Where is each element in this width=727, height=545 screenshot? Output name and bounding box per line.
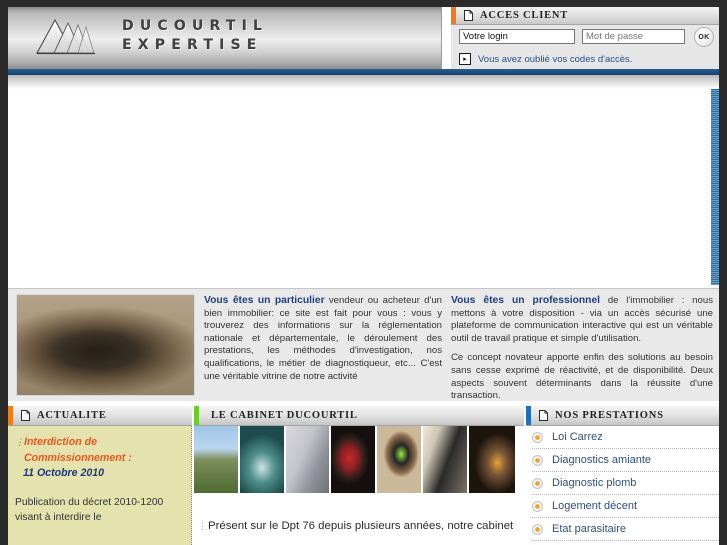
prestation-item-etat-parasitaire[interactable]: Etat parasitaire	[532, 518, 719, 541]
header-gradient-fade	[8, 75, 719, 89]
browser-chrome-top	[0, 0, 727, 7]
browser-chrome-right	[719, 0, 727, 545]
logo-line-1: DUCOURTIL	[122, 18, 269, 34]
browser-chrome-left	[0, 0, 8, 545]
banner-scrollbar[interactable]	[711, 89, 719, 285]
device-in-hand-photo	[377, 426, 423, 493]
intro-particulier-paragraph: Vous êtes un particulier vendeur ou ache…	[204, 295, 442, 383]
prestation-label: Etat parasitaire	[552, 523, 626, 535]
attic-inspection-photo	[469, 426, 515, 493]
page-canvas: DUCOURTIL EXPERTISE ACCES CLIENT Votre l…	[8, 7, 719, 545]
logo-wordmark: DUCOURTIL EXPERTISE	[122, 17, 268, 55]
news-headline-text: Interdiction de Commissionnement :	[24, 435, 132, 466]
intro-pro-paragraph-1: Vous êtes un professionnel de l'immobili…	[451, 295, 713, 345]
login-row: OK	[451, 27, 719, 49]
intro-section: Vous êtes un particulier vendeur ou ache…	[8, 288, 719, 401]
intro-particulier-body: vendeur ou acheteur d'un bien immobilier…	[204, 295, 442, 382]
actualite-header: ACTUALITE	[8, 406, 192, 426]
bullet-icon	[532, 477, 543, 489]
news-date: 11 Octobre 2010	[23, 467, 105, 479]
cabinet-photo-strip	[194, 426, 524, 493]
prestations-list: Loi Carrez Diagnostics amiante Diagnosti…	[526, 426, 719, 545]
header-logo-area: DUCOURTIL EXPERTISE	[8, 7, 442, 69]
column-prestations: NOS PRESTATIONS Loi Carrez Diagnostics a…	[526, 406, 719, 545]
cabinet-title: LE CABINET DUCOURTIL	[211, 410, 358, 421]
acces-client-panel: ACCES CLIENT OK ▸ Vous avez oublié vos c…	[451, 7, 719, 69]
news-headline-line-2: Commissionnement :	[24, 451, 132, 464]
news-bullet-icon: ⋮	[15, 437, 24, 447]
accent-bar-orange	[451, 7, 456, 24]
news-headline-line-1: Interdiction de	[24, 436, 97, 448]
timber-frame-house-photo	[423, 426, 469, 493]
cabinet-body: ⋮ Présent sur le Dpt 76 depuis plusieurs…	[194, 426, 524, 545]
prestation-item-diagnostic-plomb[interactable]: Diagnostic plomb	[532, 472, 719, 495]
intro-particulier-lead: Vous êtes un particulier	[204, 295, 325, 306]
acces-client-header: ACCES CLIENT	[451, 7, 719, 25]
acces-client-title: ACCES CLIENT	[480, 10, 569, 21]
bullet-icon	[532, 500, 543, 512]
hand-on-mouse-photo	[16, 294, 195, 396]
ok-button[interactable]: OK	[694, 27, 714, 47]
forgot-password-link[interactable]: Vous avez oublié vos codes d'accès.	[478, 54, 632, 65]
bullet-icon	[532, 431, 543, 443]
prestation-label: Diagnostic plomb	[552, 477, 637, 489]
prestation-label: Logement décent	[552, 500, 638, 512]
cabinet-intro-text-value: Présent sur le Dpt 76 depuis plusieurs a…	[208, 520, 514, 532]
facade-photo	[286, 426, 331, 493]
column-actualite: ACTUALITE ⋮ Interdiction de Commissionne…	[8, 406, 192, 545]
browser-viewport: DUCOURTIL EXPERTISE ACCES CLIENT Votre l…	[0, 0, 727, 545]
column-cabinet: LE CABINET DUCOURTIL ⋮ Présent sur le Dp…	[194, 406, 524, 545]
intro-pro-paragraph-2: Ce concept novateur apporte enfin des so…	[451, 352, 713, 402]
logo-line-2: EXPERTISE	[122, 37, 263, 53]
prestations-title: NOS PRESTATIONS	[555, 410, 664, 421]
accent-bar-green	[194, 406, 199, 425]
mountain-peaks-logo-icon	[36, 18, 95, 55]
main-banner-area	[8, 89, 719, 285]
actualite-body: ⋮ Interdiction de Commissionnement : 11 …	[8, 426, 192, 545]
cabinet-intro-text: ⋮ Présent sur le Dpt 76 depuis plusieurs…	[198, 519, 520, 534]
prestation-item-logement-decent[interactable]: Logement décent	[532, 495, 719, 518]
accent-bar-blue	[526, 406, 531, 425]
site-header: DUCOURTIL EXPERTISE ACCES CLIENT Votre l…	[8, 7, 719, 69]
arrow-right-icon: ▸	[459, 53, 471, 65]
prestation-label: Diagnostics amiante	[552, 454, 652, 466]
prestations-header: NOS PRESTATIONS	[526, 406, 719, 426]
news-body-text: Publication du décret 2010-1200 visant à…	[15, 496, 164, 523]
login-input[interactable]	[459, 29, 575, 44]
bullet-icon	[532, 523, 543, 535]
prestation-label: Loi Carrez	[552, 431, 603, 443]
bottom-columns: ACTUALITE ⋮ Interdiction de Commissionne…	[8, 406, 719, 545]
bullet-icon	[532, 454, 543, 466]
document-icon	[21, 410, 30, 421]
chateau-photo	[194, 426, 240, 493]
document-icon	[539, 410, 548, 421]
accent-bar-orange	[8, 406, 13, 425]
prestation-item-loi-carrez[interactable]: Loi Carrez	[532, 426, 719, 449]
news-headline[interactable]: ⋮ Interdiction de Commissionnement :	[15, 435, 181, 466]
intro-professionnel: Vous êtes un professionnel de l'immobili…	[451, 295, 713, 410]
intro-pro-lead: Vous êtes un professionnel	[451, 295, 601, 306]
inspector-photo	[240, 426, 286, 493]
actualite-title: ACTUALITE	[37, 410, 107, 421]
prestation-item-diagnostics-amiante[interactable]: Diagnostics amiante	[532, 449, 719, 472]
password-input[interactable]	[582, 29, 685, 44]
cabinet-bullet-icon: ⋮	[198, 521, 207, 531]
technician-red-jacket-photo	[331, 426, 377, 493]
site-logo[interactable]: DUCOURTIL EXPERTISE	[35, 16, 268, 56]
intro-particulier: Vous êtes un particulier vendeur ou ache…	[204, 295, 442, 390]
document-icon	[464, 10, 473, 21]
forgot-password-row[interactable]: ▸ Vous avez oublié vos codes d'accès.	[459, 53, 632, 65]
cabinet-header: LE CABINET DUCOURTIL	[194, 406, 524, 426]
